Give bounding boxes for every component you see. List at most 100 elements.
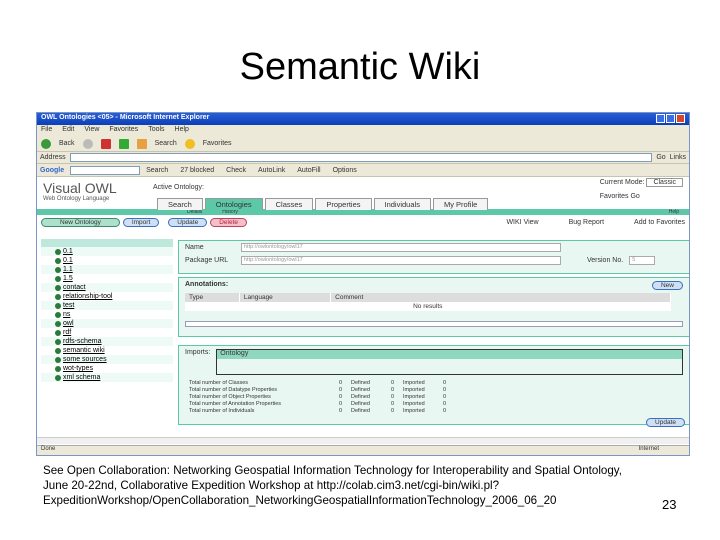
back-button[interactable]: Back <box>59 140 75 147</box>
url-input[interactable]: http://owlontology/owl17 <box>241 256 561 265</box>
add-to-favorites-link[interactable]: Add to Favorites <box>634 219 685 226</box>
tree-node-label[interactable]: owl <box>63 320 74 327</box>
favorites-button[interactable]: Favorites <box>203 140 232 147</box>
tree-node-label[interactable]: ns <box>63 311 70 318</box>
tab-individuals[interactable]: Individuals <box>373 198 431 210</box>
update-button[interactable]: Update <box>168 217 208 227</box>
maximize-icon[interactable] <box>666 114 675 123</box>
import-button[interactable]: Import <box>122 217 160 227</box>
horizontal-scrollbar[interactable] <box>37 437 689 444</box>
go-button[interactable]: Go <box>656 154 665 161</box>
tree-node[interactable]: rdfs-schema <box>41 337 173 346</box>
tree-node-label[interactable]: test <box>63 302 74 309</box>
tree-node-label[interactable]: rdfs-schema <box>63 338 102 345</box>
tree-node-label[interactable]: some sources <box>63 356 107 363</box>
google-item[interactable]: Search <box>146 167 168 174</box>
delete-button[interactable]: Delete <box>210 217 248 227</box>
stop-icon[interactable] <box>100 138 111 149</box>
tree-node[interactable]: 0.1 <box>41 247 173 256</box>
tab-properties[interactable]: Properties <box>315 198 372 210</box>
name-input[interactable]: http://owlontology/owl17 <box>241 243 561 252</box>
address-bar: Address Go Links <box>37 152 689 164</box>
home-icon[interactable] <box>136 138 147 149</box>
stats-cell: 0 <box>443 408 447 414</box>
menu-edit[interactable]: Edit <box>62 126 74 135</box>
tree-node[interactable]: relationship-tool <box>41 292 173 301</box>
tree-node[interactable]: test <box>41 301 173 310</box>
tree-node[interactable]: ns <box>41 310 173 319</box>
tab-classes[interactable]: Classes <box>264 198 314 210</box>
bug-report-link[interactable]: Bug Report <box>569 219 604 226</box>
tab-search[interactable]: Search <box>157 198 203 210</box>
address-input[interactable] <box>69 153 653 162</box>
search-button[interactable]: Search <box>155 140 177 147</box>
stats-cell: Imported <box>403 380 425 386</box>
tree-node[interactable]: semantic wiki <box>41 346 173 355</box>
stats-cell: 0 <box>339 394 343 400</box>
help-link[interactable]: Help <box>669 209 679 215</box>
tab-my-profile[interactable]: My Profile <box>432 198 489 210</box>
tree-node[interactable]: 1.5 <box>41 274 173 283</box>
stats-cell: Defined <box>351 408 370 414</box>
wiki-view-link[interactable]: WIKI View <box>506 219 538 226</box>
menu-file[interactable]: File <box>41 126 52 135</box>
current-mode: Current Mode: Classic Favorites Go <box>600 178 683 200</box>
stats-cell: Total number of Datatype Properties <box>189 387 278 393</box>
tree-node-label[interactable]: rdf <box>63 329 71 336</box>
stats-row: Total number of Datatype Properties 0 Defi… <box>189 387 679 394</box>
import-item[interactable]: Ontology <box>217 350 682 359</box>
tab-ontologies[interactable]: Ontologies <box>204 198 263 210</box>
ontology-icon <box>55 284 61 291</box>
ontology-icon <box>55 248 61 255</box>
google-item[interactable]: AutoFill <box>297 167 320 174</box>
tree-node[interactable]: some sources <box>41 355 173 364</box>
tree-node-label[interactable]: relationship-tool <box>63 293 112 300</box>
menu-view[interactable]: View <box>84 126 99 135</box>
stats-cell: 0 <box>339 408 343 414</box>
update-bottom-button[interactable]: Update <box>646 418 685 427</box>
tree-node-label[interactable]: 1.5 <box>63 275 73 282</box>
stats-cell: Defined <box>351 401 370 407</box>
new-ontology-button[interactable]: New Ontology <box>41 217 120 227</box>
favorites-go[interactable]: Go <box>630 193 639 200</box>
version-input[interactable]: 5 <box>629 256 656 265</box>
tree-node-label[interactable]: 1.1 <box>63 266 73 273</box>
imports-list[interactable]: Ontology <box>216 349 683 375</box>
ontology-icon <box>55 338 61 345</box>
google-logo[interactable]: Google <box>40 167 64 174</box>
tree-node-label[interactable]: wot-types <box>63 365 93 372</box>
tree-node-label[interactable]: 0.1 <box>63 257 73 264</box>
back-icon[interactable] <box>41 138 51 149</box>
tree-node[interactable]: rdf <box>41 328 173 337</box>
mode-select[interactable]: Classic <box>646 178 683 187</box>
new-annotation-button[interactable]: New <box>651 281 683 290</box>
tree-node[interactable]: xml schema <box>41 373 173 382</box>
tree-node[interactable]: 1.1 <box>41 265 173 274</box>
google-item[interactable]: Check <box>226 167 246 174</box>
tree-node-label[interactable]: semantic wiki <box>63 347 105 354</box>
minimize-icon[interactable] <box>656 114 665 123</box>
stats-cell: 0 <box>391 408 395 414</box>
favorites-icon[interactable] <box>184 138 195 149</box>
links-button[interactable]: Links <box>670 154 686 161</box>
menu-tools[interactable]: Tools <box>148 126 164 135</box>
menu-favorites[interactable]: Favorites <box>109 126 138 135</box>
google-item[interactable]: Options <box>333 167 357 174</box>
annotations-scrollbar[interactable] <box>185 321 683 327</box>
tree-node-label[interactable]: contact <box>63 284 86 291</box>
refresh-icon[interactable] <box>118 138 129 149</box>
google-search-input[interactable] <box>70 165 141 175</box>
menu-help[interactable]: Help <box>175 126 189 135</box>
tree-node[interactable]: wot-types <box>41 364 173 373</box>
close-icon[interactable] <box>676 114 685 123</box>
forward-icon[interactable] <box>82 138 93 149</box>
ontology-icon <box>55 356 61 363</box>
google-item[interactable]: 27 blocked <box>180 167 214 174</box>
tree-node-label[interactable]: 0.1 <box>63 248 73 255</box>
google-item[interactable]: AutoLink <box>258 167 285 174</box>
window-title: OWL Ontologies <05> - Microsoft Internet… <box>41 114 210 121</box>
tree-node[interactable]: 0.1 <box>41 256 173 265</box>
tree-node[interactable]: contact <box>41 283 173 292</box>
tree-node[interactable]: owl <box>41 319 173 328</box>
tree-node-label[interactable]: xml schema <box>63 374 100 381</box>
